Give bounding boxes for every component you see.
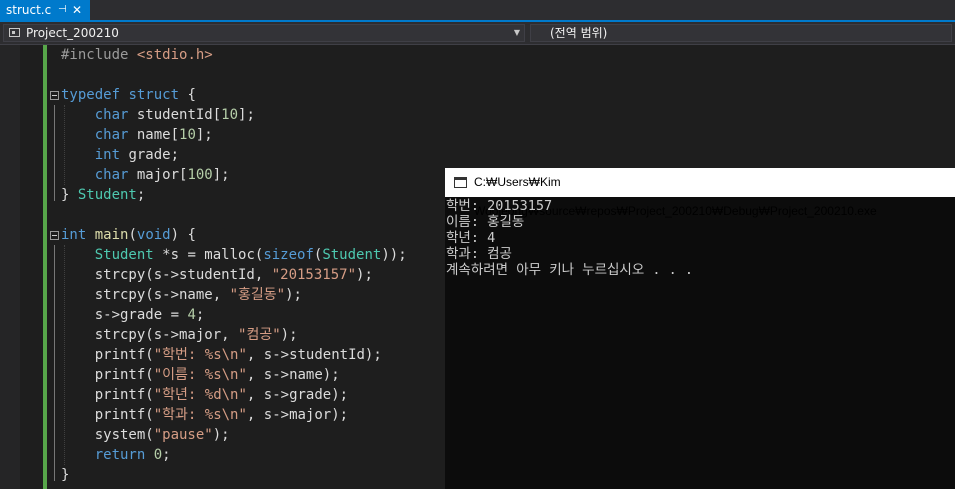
code-line: } (61, 467, 70, 483)
tab-label: struct.c (6, 3, 52, 17)
project-dropdown[interactable]: Project_200210 ▼ (3, 24, 525, 42)
pin-icon[interactable]: ⊣ (58, 0, 67, 20)
fold-line (54, 245, 55, 481)
editor-margin (0, 45, 20, 489)
code-line: printf("이름: %s\n", s->name); (61, 367, 340, 383)
code-line: typedef struct { (61, 87, 196, 103)
console-line: 학번: 20153157 (446, 198, 553, 214)
scope-dropdown[interactable]: (전역 범위) (530, 24, 952, 42)
document-tab-bar: struct.c ⊣ ✕ (0, 0, 955, 22)
code-line: return 0; (94, 447, 171, 463)
chevron-down-icon[interactable]: ▼ (514, 25, 520, 41)
code-line: printf("학년: %d\n", s->grade); (61, 387, 349, 403)
console-line: 학과: 컴공 (446, 246, 512, 262)
console-line: 학년: 4 (446, 230, 496, 246)
scope-label: (전역 범위) (550, 26, 608, 40)
code-line: int main(void) { (61, 227, 196, 243)
code-line: strcpy(s->major, "컴공"); (61, 327, 298, 343)
navigation-bar: Project_200210 ▼ (전역 범위) (0, 22, 955, 45)
console-line: 이름: 홍길동 (446, 214, 525, 230)
code-line: char major[100]; (94, 167, 230, 183)
code-line: char name[10]; (94, 127, 213, 143)
console-window-icon (454, 177, 467, 188)
project-icon (9, 28, 20, 37)
code-line: strcpy(s->name, "홍길동"); (61, 287, 302, 303)
code-line: char studentId[10]; (94, 107, 255, 123)
console-output: 학번: 20153157 이름: 홍길동 학년: 4 학과: 컴공 계속하려면 … (445, 197, 955, 489)
console-line: 계속하려면 아무 키나 누르십시오 . . . (446, 262, 694, 278)
console-title-bar[interactable]: C:₩Users₩Kim Woojeong₩source₩repos₩Proje… (445, 168, 955, 218)
code-line: printf("학과: %s\n", s->major); (61, 407, 349, 423)
console-window[interactable]: C:₩Users₩Kim Woojeong₩source₩repos₩Proje… (445, 168, 955, 489)
change-tracking-bar (43, 45, 47, 489)
code-line: printf("학번: %s\n", s->studentId); (61, 347, 382, 363)
code-line: strcpy(s->studentId, "20153157"); (61, 267, 373, 283)
code-line: #include <stdio.h> (61, 47, 213, 63)
fold-toggle-icon[interactable] (50, 231, 59, 240)
code-line: system("pause"); (61, 427, 230, 443)
close-icon[interactable]: ✕ (72, 0, 82, 20)
code-line: int grade; (94, 147, 180, 163)
fold-line (54, 105, 55, 201)
project-label: Project_200210 (26, 26, 119, 40)
code-line: } Student; (61, 187, 146, 203)
code-line: s->grade = 4; (61, 307, 205, 323)
fold-toggle-icon[interactable] (50, 91, 59, 100)
code-line: Student *s = malloc(sizeof(Student)); (94, 247, 407, 263)
tab-struct-c[interactable]: struct.c ⊣ ✕ (0, 0, 90, 20)
